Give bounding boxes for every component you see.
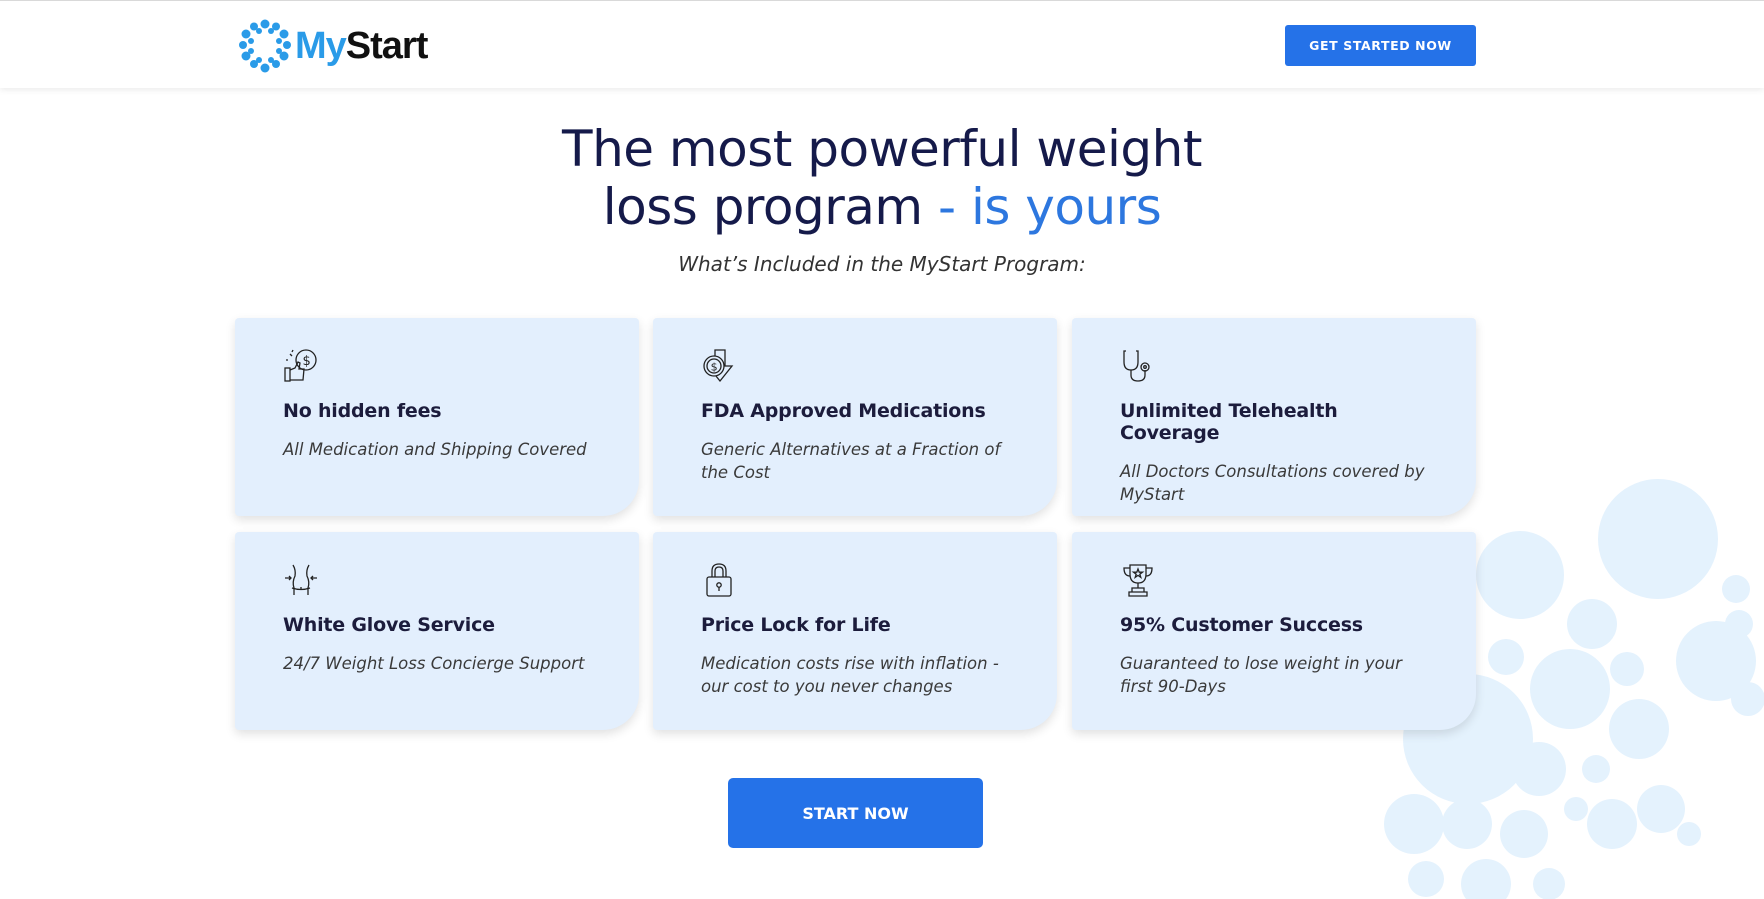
feature-card-telehealth: Unlimited Telehealth Coverage All Doctor… [1072, 318, 1476, 516]
feature-title: FDA Approved Medications [701, 400, 986, 422]
feature-card-white-glove: White Glove Service 24/7 Weight Loss Con… [235, 532, 639, 730]
feature-description: Medication costs rise with inflation - o… [701, 654, 999, 696]
bubble-ring-logo-icon [237, 18, 293, 74]
feature-description: Generic Alternatives at a Fraction of th… [701, 440, 1001, 482]
feature-description: All Doctors Consultations covered by MyS… [1120, 462, 1425, 504]
feature-description: All Medication and Shipping Covered [283, 440, 587, 459]
page-title: The most powerful weight loss program - … [0, 120, 1764, 236]
trophy-icon [1123, 564, 1153, 597]
feature-card-price-lock: Price Lock for Life Medication costs ris… [653, 532, 1057, 730]
title-accent: - is yours [922, 178, 1162, 236]
feature-title: Unlimited Telehealth Coverage [1120, 400, 1338, 444]
feature-title: Price Lock for Life [701, 614, 891, 636]
padlock-icon [706, 563, 732, 597]
logo-wordmark: MyStart [295, 24, 428, 67]
title-line-1: The most powerful weight [562, 120, 1202, 178]
get-started-now-button[interactable]: GET STARTED NOW [1285, 25, 1476, 66]
feature-title: 95% Customer Success [1120, 614, 1363, 636]
waist-measure-icon [285, 564, 317, 595]
feature-title: No hidden fees [283, 400, 442, 422]
brand-logo[interactable]: MyStart [237, 18, 428, 74]
feature-description: 24/7 Weight Loss Concierge Support [283, 654, 585, 673]
feature-description: Guaranteed to lose weight in your first … [1120, 654, 1402, 696]
stethoscope-icon [1123, 350, 1150, 382]
svg-text:$: $ [711, 361, 718, 374]
page-subtitle: What’s Included in the MyStart Program: [678, 252, 1086, 276]
feature-card-customer-success: 95% Customer Success Guaranteed to lose … [1072, 532, 1476, 730]
feature-title: White Glove Service [283, 614, 495, 636]
title-line-2: loss program [602, 178, 923, 236]
dollar-down-arrow-icon: $ [703, 349, 734, 383]
start-now-button[interactable]: START NOW [728, 778, 983, 848]
feature-card-fda-approved: $ FDA Approved Medications Generic Alter… [653, 318, 1057, 516]
thumbs-up-dollar-icon: $ [284, 349, 317, 382]
svg-text:$: $ [303, 354, 311, 369]
site-header: MyStart GET STARTED NOW [0, 0, 1764, 88]
feature-card-no-hidden-fees: $ No hidden fees All Medication and Ship… [235, 318, 639, 516]
